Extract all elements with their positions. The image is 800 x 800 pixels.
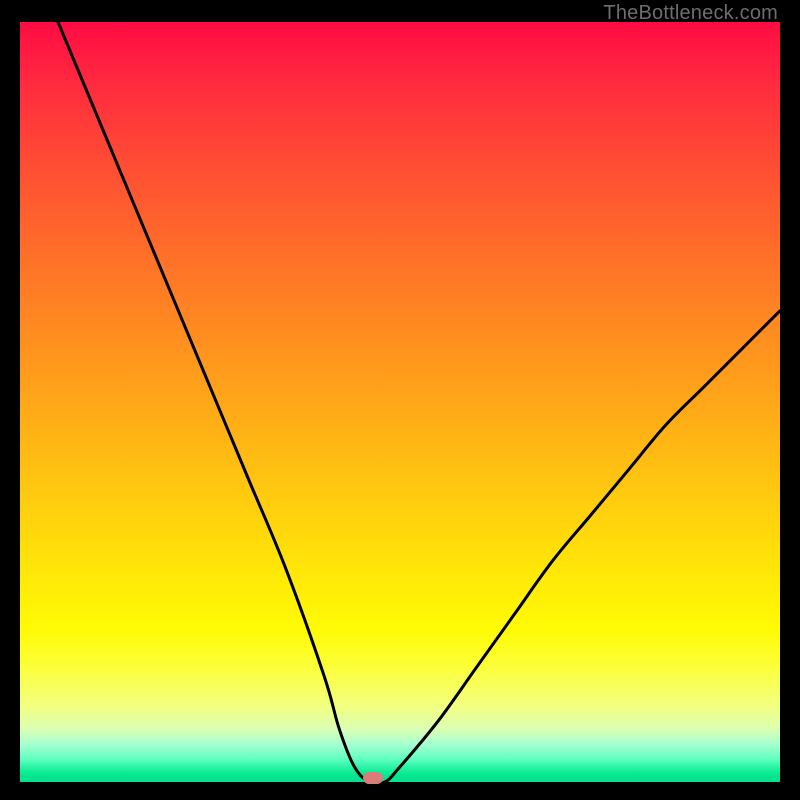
optimal-point-marker [363, 772, 383, 784]
bottleneck-curve [20, 22, 780, 782]
